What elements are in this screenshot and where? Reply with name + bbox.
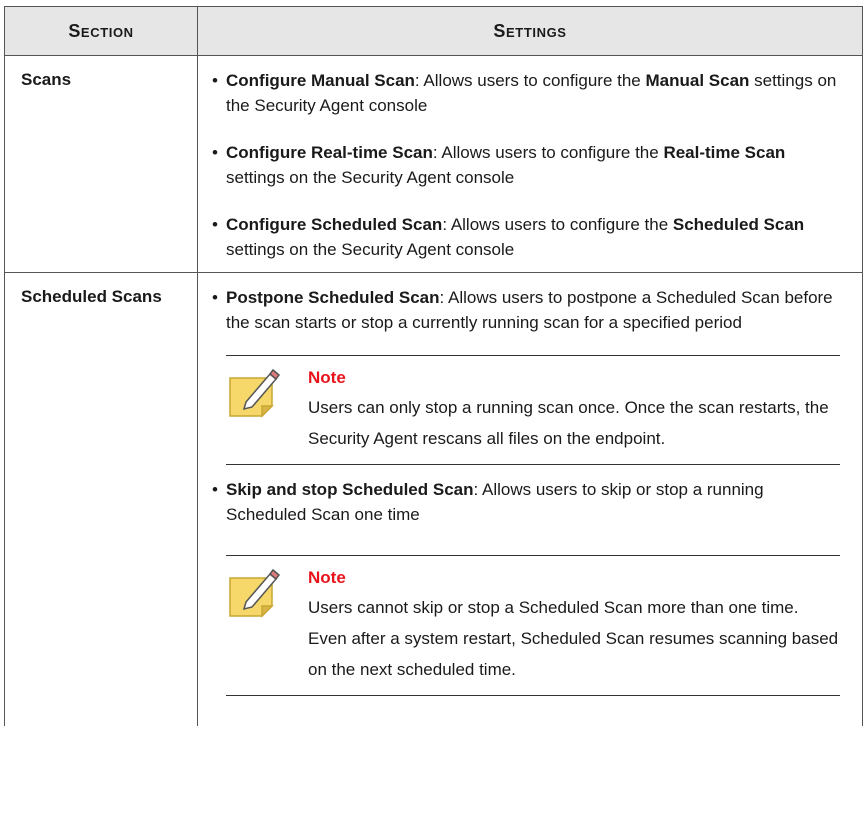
table-row: Scans • Configure Manual Scan: Allows us…	[4, 55, 863, 273]
section-cell-scheduled-scans: Scheduled Scans	[4, 272, 198, 726]
note-pencil-icon	[226, 568, 282, 618]
entry-text: settings on the Security Agent console	[226, 168, 515, 187]
settings-cell-scheduled-scans: • Postpone Scheduled Scan: Allows users …	[197, 272, 863, 726]
list-item: • Configure Real-time Scan: Allows users…	[212, 128, 862, 190]
note-heading: Note	[308, 368, 346, 387]
list-item: • Configure Manual Scan: Allows users to…	[212, 56, 862, 118]
entry-title: Configure Scheduled Scan	[226, 215, 443, 234]
list-item: • Configure Scheduled Scan: Allows users…	[212, 200, 862, 272]
bullet: •	[212, 143, 218, 162]
entry-title: Configure Manual Scan	[226, 71, 415, 90]
entry-emphasis: Real-time Scan	[663, 143, 786, 162]
note-heading: Note	[308, 568, 346, 587]
entry-title: Configure Real-time Scan	[226, 143, 433, 162]
note-text: Users can only stop a running scan once.…	[308, 398, 829, 448]
entry-text: settings on the Security Agent console	[226, 240, 515, 259]
note-box: Note Users cannot skip or stop a Schedul…	[226, 555, 840, 696]
entry-text: : Allows users to configure the	[442, 215, 673, 234]
header-settings: Settings	[197, 6, 863, 56]
bullet: •	[212, 288, 218, 307]
entry-title: Postpone Scheduled Scan	[226, 288, 440, 307]
entry-text: : Allows users to configure the	[414, 71, 646, 90]
section-cell-scans: Scans	[4, 55, 198, 273]
table-row: Scheduled Scans • Postpone Scheduled Sca…	[4, 272, 863, 726]
entry-emphasis: Scheduled Scan	[672, 215, 805, 234]
settings-cell-scans: • Configure Manual Scan: Allows users to…	[197, 55, 863, 273]
bullet: •	[212, 480, 218, 499]
note-pencil-icon	[226, 368, 282, 418]
bullet: •	[212, 71, 218, 90]
note-text: Users cannot skip or stop a Scheduled Sc…	[308, 598, 839, 679]
list-item: • Skip and stop Scheduled Scan: Allows u…	[212, 465, 862, 527]
entry-title: Skip and stop Scheduled Scan	[226, 480, 474, 499]
entry-text: : Allows users to configure the	[432, 143, 664, 162]
table-header-row: Section Settings	[4, 6, 863, 56]
header-section: Section	[4, 6, 198, 56]
note-box: Note Users can only stop a running scan …	[226, 355, 840, 465]
list-item: • Postpone Scheduled Scan: Allows users …	[212, 273, 862, 335]
bullet: •	[212, 215, 218, 234]
settings-table: Section Settings Scans • Configure Manua…	[4, 6, 863, 726]
entry-emphasis: Manual Scan	[645, 71, 750, 90]
